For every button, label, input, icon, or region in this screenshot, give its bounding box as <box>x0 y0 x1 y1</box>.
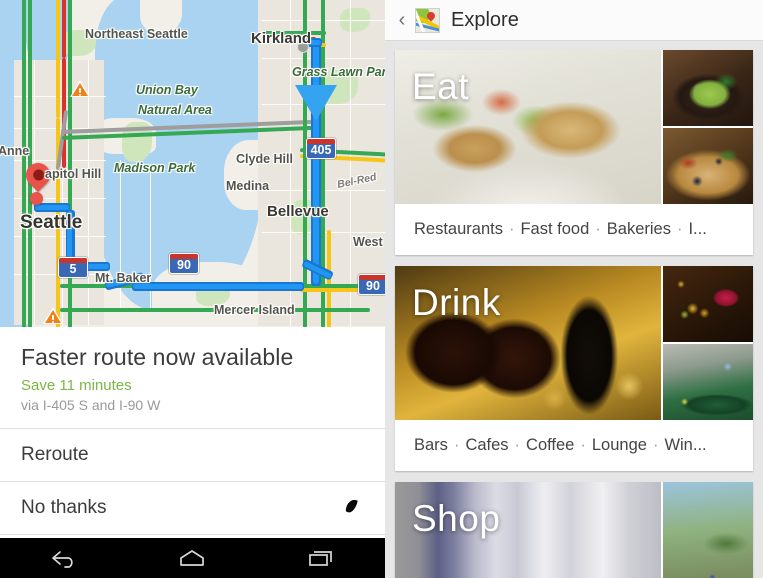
cursor-pointer-icon <box>345 497 358 515</box>
eat-thumb-pizza[interactable] <box>663 126 753 204</box>
drink-photo-strip: Drink <box>395 266 753 420</box>
eat-photo-strip: Eat <box>395 50 753 204</box>
drink-hero-photo[interactable]: Drink <box>395 266 661 420</box>
google-maps-app-icon <box>415 7 440 33</box>
explore-title: Explore <box>451 8 519 31</box>
shield-number-90-east: 90 <box>366 279 380 293</box>
waypoint-grey-marker[interactable] <box>297 41 309 53</box>
drink-card-title: Drink <box>412 282 501 323</box>
eat-category-0[interactable]: Restaurants <box>414 220 503 239</box>
route-start-stub <box>35 205 69 210</box>
shop-photo-strip: Shop <box>395 482 753 578</box>
drink-category-3[interactable]: Lounge <box>592 436 647 455</box>
category-separator: · <box>514 436 521 454</box>
eat-thumbnails <box>661 50 753 204</box>
street-grid-line <box>350 0 351 327</box>
roadwork-warning-icon[interactable] <box>43 307 63 324</box>
category-separator: · <box>508 220 515 238</box>
drink-category-1[interactable]: Cafes <box>465 436 508 455</box>
nav-back-button[interactable] <box>29 538 99 578</box>
guacamole-photo <box>663 50 753 126</box>
nav-recents-button[interactable] <box>286 538 356 578</box>
explore-header: ‹ Explore <box>385 0 763 41</box>
cocktail-photo <box>663 266 753 342</box>
category-separator: · <box>676 220 683 238</box>
category-separator: · <box>453 436 460 454</box>
eat-thumb-guacamole[interactable] <box>663 50 753 126</box>
shield-number-405: 405 <box>310 143 332 157</box>
eat-category-2[interactable]: Bakeries <box>607 220 671 239</box>
android-navbar-left <box>0 538 385 578</box>
explore-card-list[interactable]: Eat Restaurants · Fast food · Bakeries ·… <box>385 41 763 578</box>
eat-hero-photo[interactable]: Eat <box>395 50 661 204</box>
category-separator: · <box>652 436 659 454</box>
explore-card-eat[interactable]: Eat Restaurants · Fast food · Bakeries ·… <box>395 50 753 255</box>
navigation-direction-arrow <box>295 85 337 121</box>
nav-home-button[interactable] <box>157 538 227 578</box>
street-grid-line <box>290 0 291 327</box>
route-card-via: via I-405 S and I-90 W <box>21 397 161 413</box>
shield-number-90-west: 90 <box>177 258 191 272</box>
drink-category-4[interactable]: Win... <box>664 436 706 455</box>
traffic-green-kirkland <box>262 31 326 35</box>
explore-card-drink[interactable]: Drink Bars · Cafes · Coffee · Lounge · W… <box>395 266 753 471</box>
shop-thumbnails <box>661 482 753 578</box>
route-i90-main <box>133 284 303 289</box>
reroute-button[interactable]: Reroute <box>0 429 385 481</box>
drink-thumbnails <box>661 266 753 420</box>
navigation-pane: Northeast Seattle Kirkland Grass Lawn Pa… <box>0 0 385 578</box>
reroute-button-label: Reroute <box>21 444 89 465</box>
route-vertical-405 <box>313 42 319 284</box>
traffic-warning-icon[interactable] <box>70 80 90 97</box>
traffic-green-i5-west <box>22 0 26 327</box>
divider <box>0 534 385 535</box>
pizza-photo <box>663 128 753 204</box>
drink-thumb-billiards[interactable] <box>663 342 753 420</box>
origin-dot-marker[interactable] <box>30 192 43 205</box>
category-separator: · <box>595 220 601 238</box>
interstate-shield-90-east: 90 <box>358 274 385 295</box>
shop-card-title: Shop <box>412 498 501 539</box>
interstate-shield-405: 405 <box>306 138 336 159</box>
no-thanks-button-label: No thanks <box>21 497 107 518</box>
faster-route-card: Faster route now available Save 11 minut… <box>0 327 385 535</box>
interstate-shield-5: 5 <box>58 257 88 278</box>
back-chevron-icon[interactable]: ‹ <box>391 7 413 33</box>
route-card-savings: Save 11 minutes <box>21 377 132 394</box>
outdoor-market-photo <box>663 482 753 578</box>
eat-category-1[interactable]: Fast food <box>520 220 589 239</box>
eat-categories-row: Restaurants · Fast food · Bakeries · I..… <box>395 204 753 255</box>
no-thanks-button[interactable]: No thanks <box>0 482 385 534</box>
map-canvas[interactable]: Northeast Seattle Kirkland Grass Lawn Pa… <box>0 0 385 327</box>
eat-card-title: Eat <box>412 66 470 107</box>
eat-category-3[interactable]: I... <box>688 220 706 239</box>
drink-category-0[interactable]: Bars <box>414 436 448 455</box>
screen: Northeast Seattle Kirkland Grass Lawn Pa… <box>0 0 763 578</box>
drink-category-2[interactable]: Coffee <box>526 436 574 455</box>
explore-pane: ‹ Explore Eat Restaurants · Fast food · … <box>385 0 763 578</box>
shop-thumb-outdoor[interactable] <box>663 482 753 578</box>
drink-categories-row: Bars · Cafes · Coffee · Lounge · Win... <box>395 420 753 471</box>
shop-hero-photo[interactable]: Shop <box>395 482 661 578</box>
traffic-yellow-i5-north <box>56 0 60 118</box>
explore-card-shop[interactable]: Shop <box>395 482 753 578</box>
route-card-body: Faster route now available Save 11 minut… <box>0 327 385 428</box>
route-card-title: Faster route now available <box>21 344 294 370</box>
interstate-shield-90-west: 90 <box>169 253 199 274</box>
traffic-green-i90-south <box>60 308 370 312</box>
category-separator: · <box>580 436 586 454</box>
traffic-red-i5-north <box>62 0 66 58</box>
billiards-photo <box>663 344 753 420</box>
drink-thumb-cocktail[interactable] <box>663 266 753 342</box>
shield-number-5: 5 <box>69 262 77 276</box>
